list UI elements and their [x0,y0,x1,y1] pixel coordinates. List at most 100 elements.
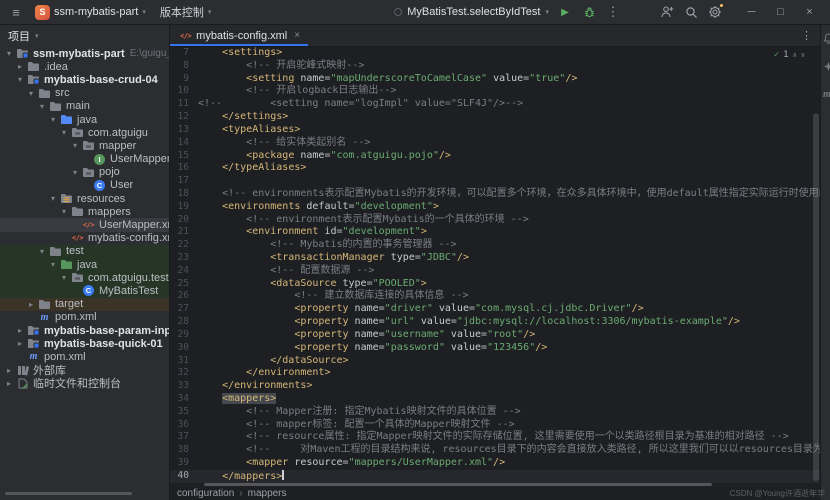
line-number[interactable]: 34 [170,393,198,406]
line-number[interactable]: 22 [170,239,198,252]
code-line-15[interactable]: 15 <package name="com.atguigu.pojo"/> [170,150,820,163]
tree-row-pojo[interactable]: ▾pojo [0,166,169,179]
line-number[interactable]: 18 [170,188,198,201]
vcs-widget[interactable]: 版本控制 ▾ [155,2,217,23]
line-number[interactable]: 25 [170,278,198,291]
tree-row-mybatis-base-param-input-02[interactable]: ▸mybatis-base-param-input-02 [0,324,169,337]
code-line-31[interactable]: 31 </dataSource> [170,355,820,368]
chevron-collapsed-icon[interactable]: ▸ [14,337,26,350]
code-line-33[interactable]: 33 </environments> [170,380,820,393]
line-number[interactable]: 24 [170,265,198,278]
tree-row-java[interactable]: ▾java [0,258,169,271]
line-number[interactable]: 14 [170,137,198,150]
tree-row-java[interactable]: ▾java [0,113,169,126]
line-number[interactable]: 15 [170,150,198,163]
editor-hscrollbar[interactable] [204,483,712,486]
notifications-icon[interactable] [823,33,830,47]
code-line-13[interactable]: 13 <typeAliases> [170,124,820,137]
settings-button[interactable] [705,1,725,23]
chevron-collapsed-icon[interactable]: ▸ [3,377,15,390]
maven-tool-icon[interactable]: m [823,89,830,100]
line-number[interactable]: 31 [170,355,198,368]
tree-row-usermapper-xml[interactable]: </>UserMapper.xml [0,218,169,231]
tree-row-resources[interactable]: ▾resources [0,192,169,205]
code-line-10[interactable]: 10 <!-- 开启logback日志输出--> [170,85,820,98]
code-line-28[interactable]: 28 <property name="url" value="jdbc:mysq… [170,316,820,329]
chevron-collapsed-icon[interactable]: ▸ [14,324,26,337]
chevron-expanded-icon[interactable]: ▾ [36,100,48,113]
code-line-14[interactable]: 14 <!-- 给实体类起别名 --> [170,137,820,150]
tree-row-mybatistest[interactable]: CMyBatisTest [0,284,169,297]
chevron-expanded-icon[interactable]: ▾ [47,113,59,126]
code-line-19[interactable]: 19 <environments default="development"> [170,201,820,214]
tree-row-test[interactable]: ▾test [0,245,169,258]
tree-row-mybatis-config-xml[interactable]: </>mybatis-config.xml [0,232,169,245]
tree-row-usermapper[interactable]: IUserMapper [0,153,169,166]
line-number[interactable]: 30 [170,342,198,355]
line-number[interactable]: 20 [170,214,198,227]
chevron-expanded-icon[interactable]: ▾ [47,258,59,271]
code-line-12[interactable]: 12 </settings> [170,111,820,124]
chevron-collapsed-icon[interactable]: ▸ [3,364,15,377]
line-number[interactable]: 32 [170,367,198,380]
chevron-expanded-icon[interactable]: ▾ [25,87,37,100]
code-line-39[interactable]: 39 <mapper resource="mappers/UserMapper.… [170,457,820,470]
tree-row-mybatis-base-quick-01[interactable]: ▸mybatis-base-quick-01 [0,337,169,350]
line-number[interactable]: 23 [170,252,198,265]
code-line-30[interactable]: 30 <property name="password" value="1234… [170,342,820,355]
project-panel-hscrollbar[interactable] [5,492,132,495]
project-panel-header[interactable]: 项目 ▾ [0,25,169,46]
tree-row-main[interactable]: ▾main [0,100,169,113]
chevron-expanded-icon[interactable]: ▾ [58,205,70,218]
line-number[interactable]: 13 [170,124,198,137]
code-line-18[interactable]: 18 <!-- environments表示配置Mybatis的开发环境，可以配… [170,188,820,201]
line-number[interactable]: 27 [170,303,198,316]
chevron-expanded-icon[interactable]: ▾ [3,47,15,60]
chevron-expanded-icon[interactable]: ▾ [69,166,81,179]
editor-options-button[interactable]: ⋮ [801,25,820,46]
tab-mybatis-config[interactable]: </> mybatis-config.xml × [170,25,308,46]
tree-row-target[interactable]: ▸target [0,298,169,311]
inspections-widget[interactable]: ✓1 ∧ ∨ [774,50,805,60]
line-number[interactable]: 35 [170,406,198,419]
code-line-7[interactable]: 7 <settings> [170,47,820,60]
tree-row-src[interactable]: ▾src [0,87,169,100]
line-number[interactable]: 21 [170,226,198,239]
more-actions-button[interactable]: ⋮ [603,1,623,23]
tree-row-com-atguigu[interactable]: ▾com.atguigu [0,126,169,139]
tree-row--idea[interactable]: ▸.idea [0,60,169,73]
tree-row-user[interactable]: CUser [0,179,169,192]
line-number[interactable]: 33 [170,380,198,393]
menu-icon[interactable]: ≡ [6,1,26,23]
code-line-26[interactable]: 26 <!-- 建立数据库连接的具体信息 --> [170,290,820,303]
line-number[interactable]: 7 [170,47,198,60]
line-number[interactable]: 26 [170,290,198,303]
chevron-expanded-icon[interactable]: ▾ [58,271,70,284]
chevron-collapsed-icon[interactable]: ▸ [14,60,26,73]
line-number[interactable]: 8 [170,60,198,73]
code-line-21[interactable]: 21 <environment id="development"> [170,226,820,239]
minimize-button[interactable]: ─ [739,1,764,23]
code-line-29[interactable]: 29 <property name="username" value="root… [170,329,820,342]
tree-row-mybatis-base-crud-04[interactable]: ▾mybatis-base-crud-04 [0,73,169,86]
code-line-16[interactable]: 16 </typeAliases> [170,162,820,175]
chevron-expanded-icon[interactable]: ▾ [36,245,48,258]
line-number[interactable]: 17 [170,175,198,188]
code-line-27[interactable]: 27 <property name="driver" value="com.my… [170,303,820,316]
close-button[interactable]: × [797,1,822,23]
search-button[interactable] [681,1,701,23]
code-editor[interactable]: 7 <settings>8 <!-- 开启驼峰式映射-->9 <setting … [170,47,820,483]
chevron-expanded-icon[interactable]: ▾ [58,126,70,139]
line-number[interactable]: 10 [170,85,198,98]
line-number[interactable]: 36 [170,419,198,432]
project-widget[interactable]: S ssm-mybatis-part ▾ [30,2,151,23]
run-config-widget[interactable]: MyBatisTest.selectByIdTest ▾ [394,6,549,18]
breadcrumb-mappers[interactable]: mappers [248,488,287,499]
code-line-25[interactable]: 25 <dataSource type="POOLED"> [170,278,820,291]
code-line-8[interactable]: 8 <!-- 开启驼峰式映射--> [170,60,820,73]
line-number[interactable]: 39 [170,457,198,470]
run-button[interactable]: ▶ [555,1,575,23]
code-line-22[interactable]: 22 <!-- Mybatis的内置的事务管理器 --> [170,239,820,252]
add-user-button[interactable] [657,1,677,23]
line-number[interactable]: 19 [170,201,198,214]
